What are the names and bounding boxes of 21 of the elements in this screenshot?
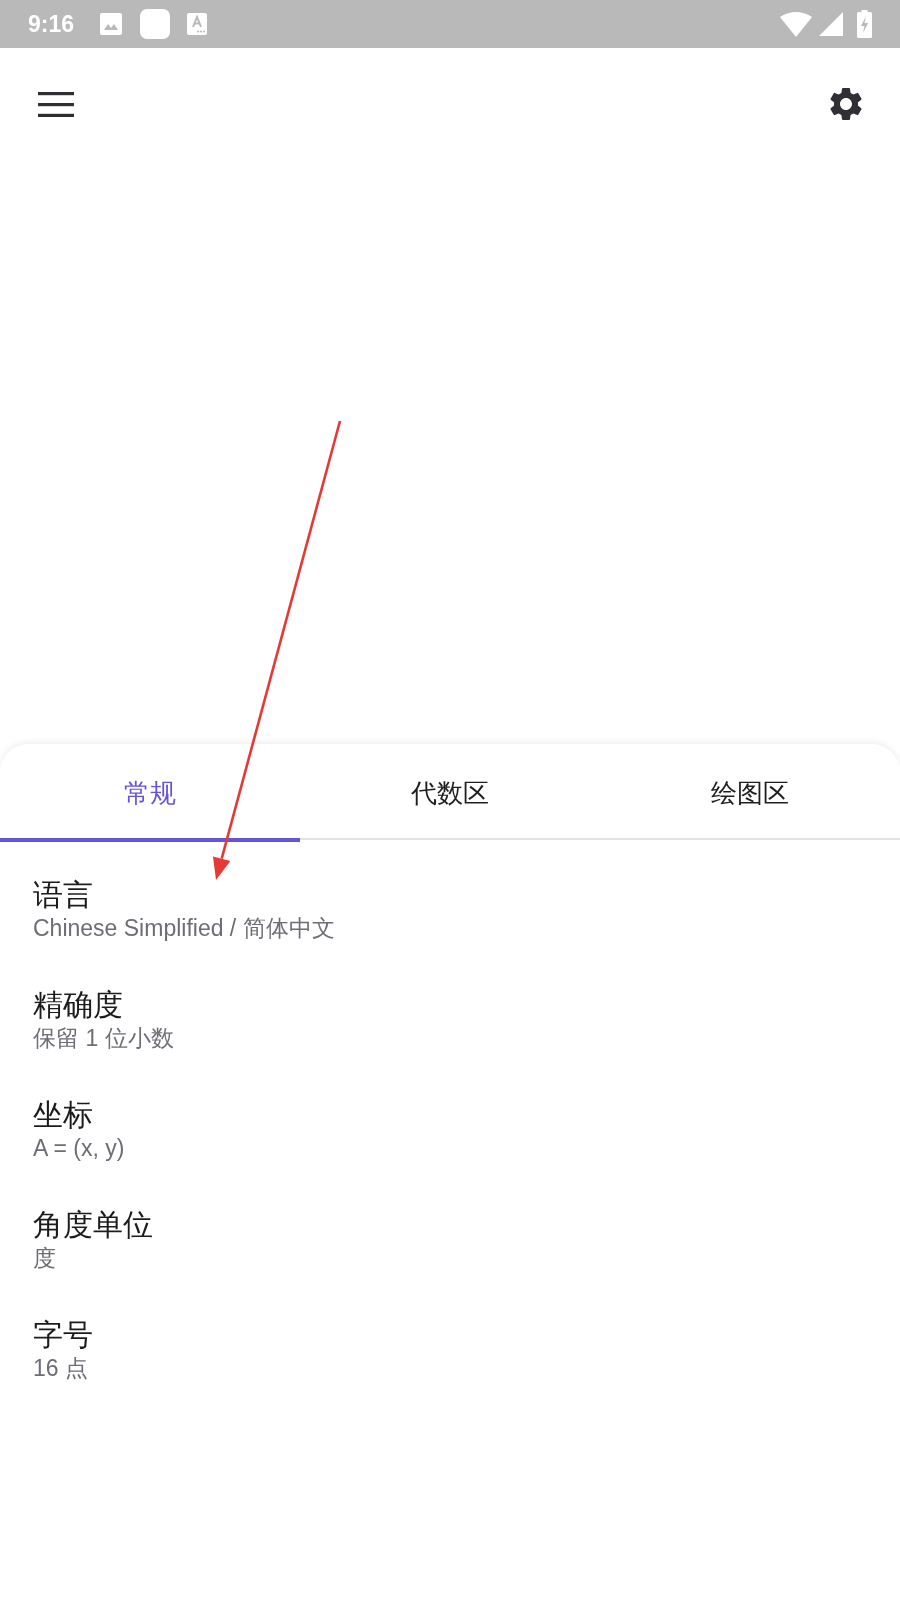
setting-value: 保留 1 位小数 xyxy=(33,1024,174,1053)
tab[interactable]: 常规 xyxy=(0,744,300,842)
setting-value: 16 点 xyxy=(33,1354,88,1383)
setting-title[interactable]: 字号 xyxy=(33,1317,93,1353)
setting-title[interactable]: 角度单位 xyxy=(33,1207,153,1243)
setting-value: Chinese Simplified / 简体中文 xyxy=(33,914,335,943)
setting-value: 度 xyxy=(33,1244,56,1273)
signal-icon xyxy=(819,12,843,36)
status-time: 9:16 xyxy=(28,12,75,36)
setting-title[interactable]: 坐标 xyxy=(33,1097,93,1133)
app-notification-icon xyxy=(187,13,208,35)
tab[interactable]: 代数区 xyxy=(300,744,600,842)
setting-value: A = (x, y) xyxy=(33,1134,125,1163)
setting-title[interactable]: 语言 xyxy=(33,877,93,913)
tab[interactable]: 绘图区 xyxy=(600,744,900,842)
wifi-icon xyxy=(780,11,812,37)
image-notification-icon xyxy=(100,13,123,35)
battery-charging-icon xyxy=(857,10,872,38)
menu-icon[interactable] xyxy=(38,91,74,117)
square-notification-icon xyxy=(140,9,171,39)
setting-title[interactable]: 精确度 xyxy=(33,987,123,1023)
